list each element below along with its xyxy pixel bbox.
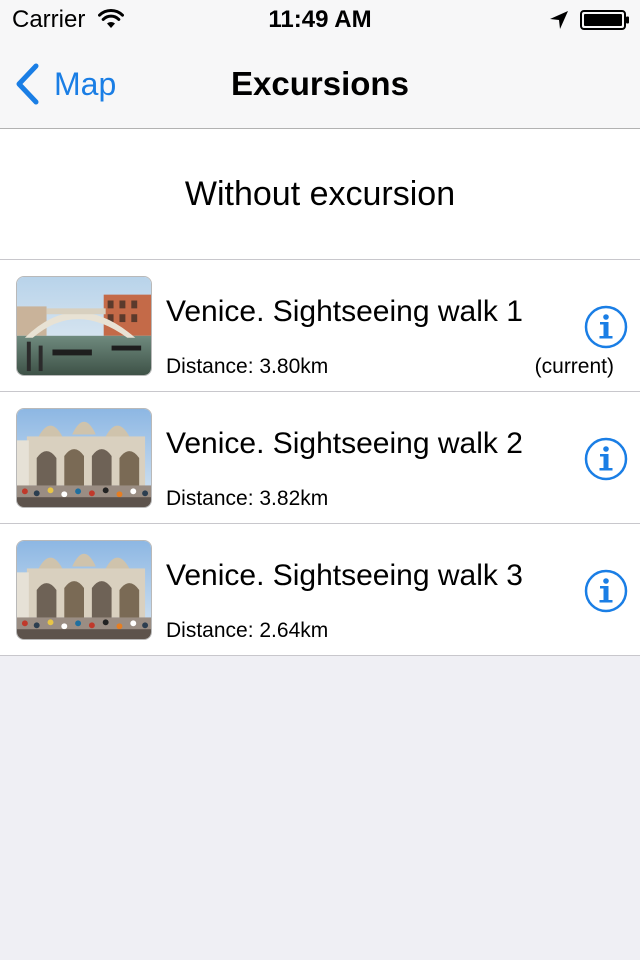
info-button[interactable] [584,437,628,481]
info-icon [584,305,628,349]
navigation-bar: Map Excursions [0,40,640,129]
excursion-thumbnail-st-marks [16,408,152,508]
info-button[interactable] [584,569,628,613]
excursion-title: Venice. Sightseeing walk 2 [166,427,523,460]
status-time: 11:49 AM [268,6,372,33]
excursion-distance: Distance: 3.80km [166,355,329,378]
info-icon [584,569,628,613]
without-excursion-row[interactable]: Without excursion [0,129,640,260]
status-bar: Carrier 11:49 AM [0,0,640,40]
current-status-label: (current) [534,355,614,378]
excursion-distance: Distance: 3.82km [166,487,329,510]
page-title: Excursions [231,65,409,102]
excursion-row[interactable]: Venice. Sightseeing walk 1 Distance: 3.8… [0,260,640,392]
battery-icon [580,10,630,30]
info-icon [584,437,628,481]
without-excursion-label: Without excursion [184,175,456,213]
location-arrow-icon [548,9,570,31]
excursion-thumbnail-rialto [16,276,152,376]
info-button[interactable] [584,305,628,349]
excursion-row[interactable]: Venice. Sightseeing walk 3 Distance: 2.6… [0,524,640,656]
excursion-row[interactable]: Venice. Sightseeing walk 2 Distance: 3.8… [0,392,640,524]
excursion-distance: Distance: 2.64km [166,619,329,642]
excursion-title: Venice. Sightseeing walk 1 [166,295,523,328]
excursion-title: Venice. Sightseeing walk 3 [166,559,523,592]
excursion-list: Without excursion Venice. Sightseeing wa… [0,129,640,656]
excursion-thumbnail-st-marks [16,540,152,640]
